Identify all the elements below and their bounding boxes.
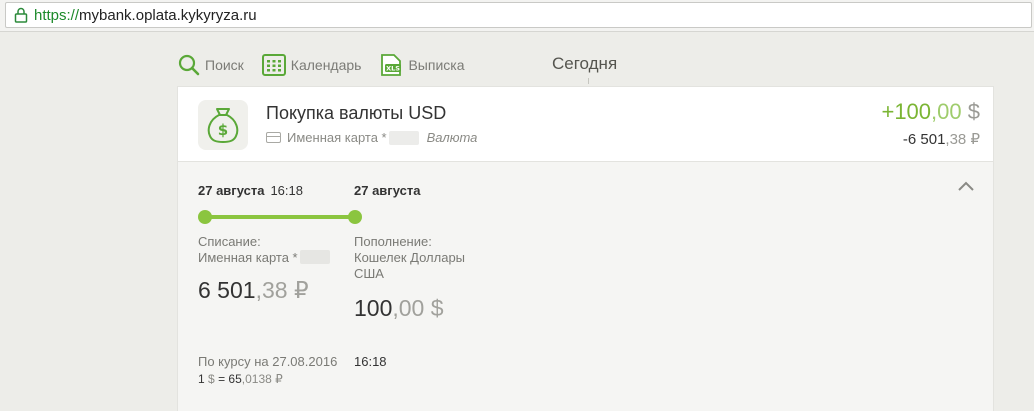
xls-icon-text: XLS (387, 65, 401, 73)
transaction-title: Покупка валюты USD (266, 103, 447, 123)
credit-label: Пополнение: (354, 234, 432, 249)
amount-secondary-currency: ₽ (970, 131, 980, 148)
credit-amount-frac: ,00 (392, 295, 425, 321)
transaction-card: $ Покупка валюты USD Именная карта * Вал… (178, 87, 993, 411)
statement-button[interactable]: XLS Выписка (379, 53, 465, 77)
calendar-icon (261, 54, 286, 76)
url-scheme: https:// (34, 6, 80, 24)
rate-label: По курсу на 27.08.2016 (198, 354, 338, 369)
calendar-label: Календарь (290, 57, 362, 73)
today-heading: Сегодня (552, 54, 618, 73)
amount-primary-currency: $ (967, 99, 980, 124)
debit-amount: 6 501,38 ₽ (198, 277, 309, 304)
credit-info: Пополнение: Кошелек Доллары США (354, 234, 465, 282)
amount-primary-frac: ,00 (931, 99, 962, 124)
credit-account-line2: США (354, 266, 384, 281)
transaction-subline: Именная карта * Валюта (266, 130, 477, 145)
credit-amount-int: 100 (354, 295, 393, 321)
bank-card-icon (266, 132, 281, 143)
debit-account: Именная карта * (198, 250, 330, 266)
timeline-end-dot (348, 210, 362, 224)
amount-secondary-frac: ,38 (945, 131, 967, 148)
credit-account-line1: Кошелек Доллары (354, 250, 466, 265)
toolbar: Поиск Календарь XLS Выписка (178, 52, 483, 78)
debit-info: Списание: Именная карта * (198, 234, 330, 266)
debit-amount-int: 6 501 (198, 277, 256, 303)
url-host: mybank.oplata.kykyryza.ru (79, 6, 257, 24)
xls-file-icon: XLS (381, 54, 402, 76)
rate-lhs-currency: $ (208, 372, 215, 386)
dollar-sign: $ (218, 121, 228, 139)
rate-lhs: 1 (198, 372, 205, 386)
category-label: Валюта (426, 130, 478, 145)
debit-date: 27 августа (198, 183, 265, 198)
today-marker (588, 78, 589, 84)
transaction-header[interactable]: $ Покупка валюты USD Именная карта * Вал… (178, 87, 993, 162)
amount-secondary: -6 501,38 ₽ (903, 130, 980, 148)
url-field[interactable]: https:// mybank.oplata.kykyryza.ru (5, 2, 1032, 28)
rate-value-frac: ,0138 (241, 372, 272, 386)
search-icon (178, 54, 200, 76)
timeline-line (204, 215, 356, 219)
debit-datetime: 27 августа 16:18 (198, 183, 303, 198)
debit-amount-currency: ₽ (293, 277, 309, 303)
card-label: Именная карта * (287, 130, 387, 145)
rate-time: 16:18 (354, 354, 387, 369)
timeline-start-dot (198, 210, 212, 224)
credit-amount: 100,00 $ (354, 295, 444, 322)
browser-address-bar: https:// mybank.oplata.kykyryza.ru (0, 0, 1034, 32)
credit-amount-currency: $ (430, 295, 444, 321)
exchange-rate: 1 $ = 65,0138 ₽ (198, 372, 283, 386)
credit-date: 27 августа (354, 183, 421, 198)
masked-card-number (388, 130, 419, 145)
debit-amount-frac: ,38 (255, 277, 288, 303)
lock-icon (14, 7, 28, 23)
debit-time: 16:18 (270, 183, 303, 198)
transfer-timeline (198, 209, 362, 225)
amount-primary-int: +100 (881, 99, 932, 124)
debit-masked-number (299, 250, 330, 264)
search-label: Поиск (205, 57, 244, 73)
statement-label: Выписка (408, 57, 465, 73)
rate-equals: = (218, 372, 226, 386)
credit-datetime: 27 августа (354, 183, 420, 198)
debit-label: Списание: (198, 234, 261, 249)
amount-secondary-int: -6 501 (902, 131, 946, 148)
money-bag-icon: $ (198, 100, 248, 150)
rate-value-currency: ₽ (275, 372, 283, 386)
calendar-button[interactable]: Календарь (261, 54, 362, 76)
chevron-up-icon[interactable] (957, 179, 975, 193)
amount-primary: +100,00 $ (881, 99, 980, 125)
search-button[interactable]: Поиск (178, 54, 244, 76)
rate-value-int: 65 (228, 372, 242, 386)
